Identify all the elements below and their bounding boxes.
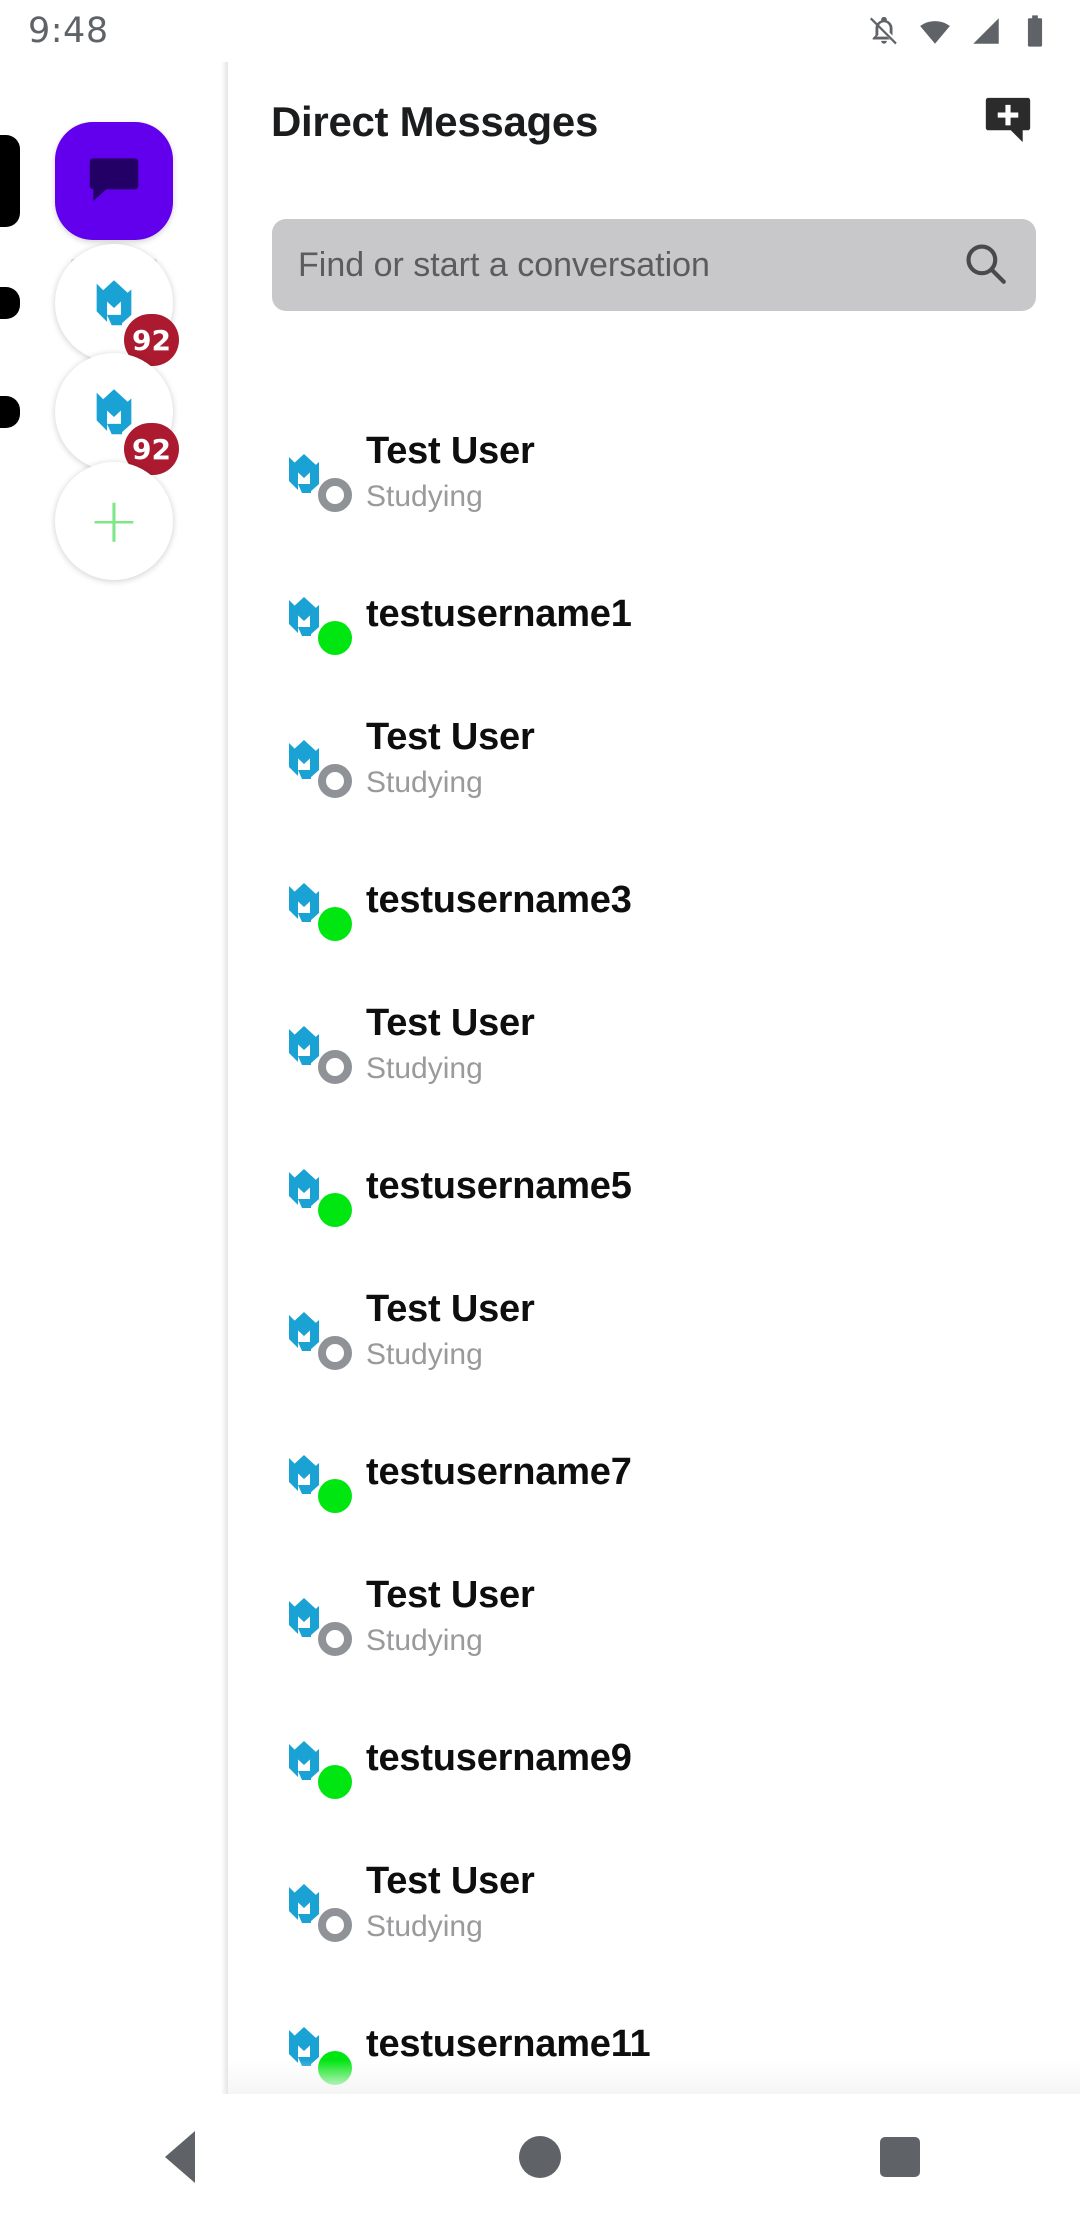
direct-message-name: Test User [366, 1002, 535, 1045]
direct-message-row[interactable]: Test User Studying [228, 1544, 1080, 1687]
android-navigation-bar [0, 2093, 1080, 2220]
avatar[interactable] [272, 1012, 352, 1084]
direct-message-name: Test User [366, 1288, 535, 1331]
direct-message-text: Test User Studying [366, 1288, 535, 1371]
avatar[interactable] [272, 1155, 352, 1227]
direct-messages-home-button[interactable] [55, 122, 173, 240]
panel-header: Direct Messages [228, 62, 1080, 182]
cellular-signal-icon [969, 14, 1003, 48]
avatar[interactable] [272, 1584, 352, 1656]
avatar[interactable] [272, 1298, 352, 1370]
direct-message-name: Test User [366, 1574, 535, 1617]
server-1-avatar[interactable]: 92 [55, 244, 179, 366]
direct-message-row[interactable]: testusername7 [228, 1401, 1080, 1544]
direct-message-row[interactable]: Test User Studying [228, 400, 1080, 543]
direct-message-row[interactable]: Test User Studying [228, 686, 1080, 829]
direct-message-name: Test User [366, 430, 535, 473]
dm-home-tile[interactable] [55, 122, 173, 240]
direct-message-name: testusername3 [366, 878, 632, 921]
new-message-button[interactable] [980, 94, 1036, 150]
status-offline-icon [318, 763, 352, 798]
direct-message-text: testusername5 [366, 1165, 632, 1209]
direct-message-name: testusername7 [366, 1450, 632, 1493]
direct-message-text: testusername9 [366, 1737, 632, 1781]
direct-message-status: Studying [366, 1623, 483, 1657]
avatar[interactable] [272, 583, 352, 655]
status-online-icon [318, 906, 352, 941]
direct-message-row[interactable]: testusername1 [228, 543, 1080, 686]
status-bar-icons [867, 14, 1050, 48]
direct-message-name: testusername5 [366, 1164, 632, 1207]
direct-message-name: Test User [366, 1860, 535, 1903]
avatar[interactable] [272, 726, 352, 798]
direct-message-name: testusername1 [366, 592, 632, 635]
direct-message-row[interactable]: Test User Studying [228, 972, 1080, 1115]
direct-message-name: testusername9 [366, 1736, 632, 1779]
rail-unread-indicator-server-2 [0, 396, 20, 428]
status-offline-icon [318, 477, 352, 512]
avatar[interactable] [272, 869, 352, 941]
direct-message-text: Test User Studying [366, 1860, 535, 1943]
avatar[interactable] [272, 440, 352, 512]
direct-message-text: testusername7 [366, 1451, 632, 1495]
add-server-button[interactable]: + [55, 462, 173, 580]
avatar[interactable] [272, 1727, 352, 1799]
status-online-icon [318, 1478, 352, 1513]
direct-message-text: Test User Studying [366, 430, 535, 513]
battery-icon [1020, 14, 1050, 48]
avatar[interactable] [272, 1441, 352, 1513]
server-1[interactable]: 92 [55, 244, 179, 366]
direct-message-status: Studying [366, 1051, 483, 1085]
chat-bubble-icon [83, 148, 145, 215]
recents-button[interactable] [840, 2097, 960, 2217]
new-message-icon [980, 92, 1036, 153]
status-bar-clock: 9:48 [28, 11, 109, 51]
direct-message-status: Studying [366, 765, 483, 799]
direct-message-row[interactable]: Test User Studying [228, 1830, 1080, 1973]
status-offline-icon [318, 1049, 352, 1084]
direct-message-text: testusername1 [366, 593, 632, 637]
back-triangle-icon [165, 2131, 195, 2183]
direct-message-row[interactable]: Test User Studying [228, 1258, 1080, 1401]
direct-message-text: Test User Studying [366, 1002, 535, 1085]
direct-message-text: Test User Studying [366, 716, 535, 799]
status-online-icon [318, 1192, 352, 1227]
status-online-icon [318, 620, 352, 655]
direct-message-text: Test User Studying [366, 1574, 535, 1657]
direct-message-status: Studying [366, 1337, 483, 1371]
search-bar[interactable]: Find or start a conversation [272, 219, 1036, 311]
direct-message-status: Studying [366, 479, 483, 513]
search-icon[interactable] [960, 238, 1010, 293]
direct-message-row[interactable]: testusername9 [228, 1687, 1080, 1830]
back-button[interactable] [120, 2097, 240, 2217]
status-offline-icon [318, 1621, 352, 1656]
main-panel: Direct Messages Find or start a conversa… [228, 62, 1080, 2094]
notifications-off-icon [867, 14, 901, 48]
rail-unread-indicator-server-1 [0, 287, 20, 319]
wifi-icon [918, 14, 952, 48]
list-bottom-fade [228, 2060, 1080, 2094]
direct-message-name: Test User [366, 716, 535, 759]
direct-message-row[interactable]: testusername5 [228, 1115, 1080, 1258]
server-rail: 92 92 + [0, 62, 228, 2094]
server-2-avatar[interactable]: 92 [55, 353, 179, 475]
search-input[interactable]: Find or start a conversation [298, 246, 710, 285]
direct-message-text: testusername3 [366, 879, 632, 923]
avatar[interactable] [272, 1870, 352, 1942]
direct-message-list[interactable]: Test User Studying testusername1 Test User S… [228, 400, 1080, 2094]
server-2[interactable]: 92 [55, 353, 179, 475]
rail-active-indicator-home [0, 135, 20, 227]
home-circle-icon [519, 2136, 561, 2178]
page-title: Direct Messages [271, 98, 599, 145]
status-online-icon [318, 1764, 352, 1799]
recents-square-icon [880, 2137, 920, 2177]
direct-message-row[interactable]: testusername3 [228, 829, 1080, 972]
app-root: 9:48 92 92 + Direct Messages Find or sta… [0, 0, 1080, 2220]
direct-message-status: Studying [366, 1909, 483, 1943]
status-offline-icon [318, 1335, 352, 1370]
status-bar: 9:48 [0, 0, 1080, 62]
status-offline-icon [318, 1907, 352, 1942]
plus-icon[interactable]: + [55, 462, 173, 580]
home-button[interactable] [480, 2097, 600, 2217]
